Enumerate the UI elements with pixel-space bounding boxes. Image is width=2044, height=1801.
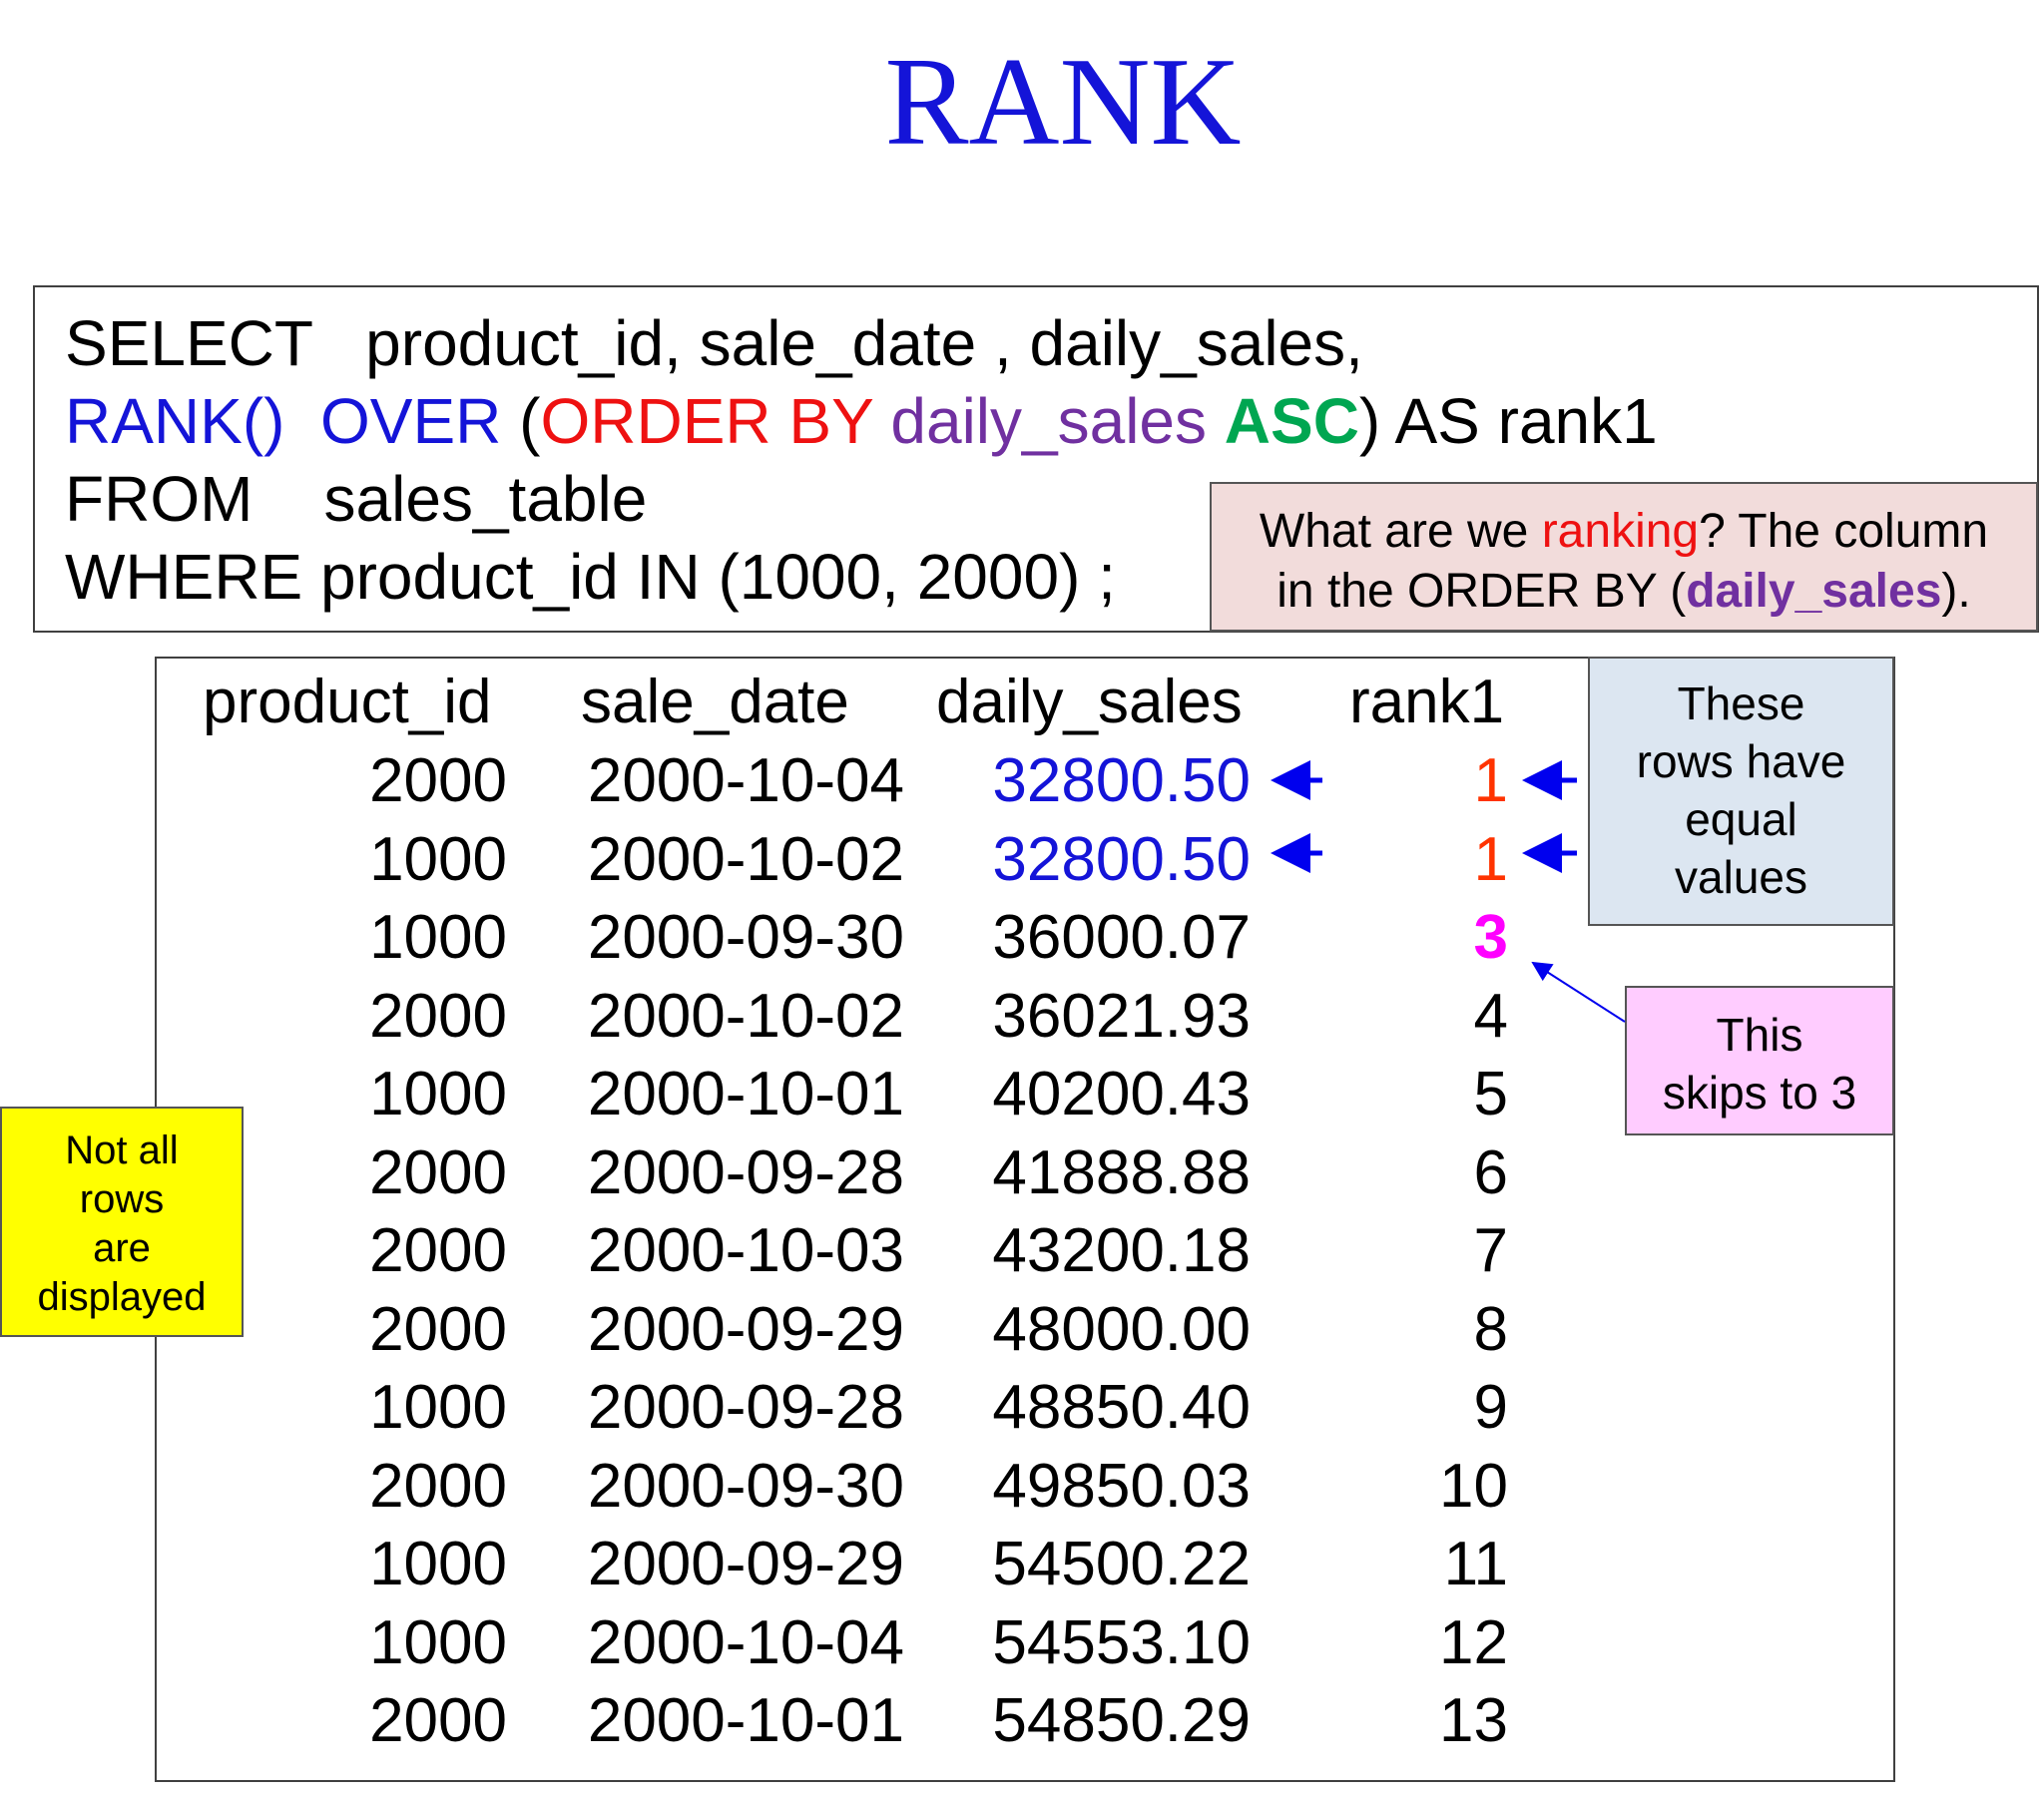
annotation-arrows [1271, 760, 1626, 1023]
arrow-icon [1531, 961, 1626, 1023]
